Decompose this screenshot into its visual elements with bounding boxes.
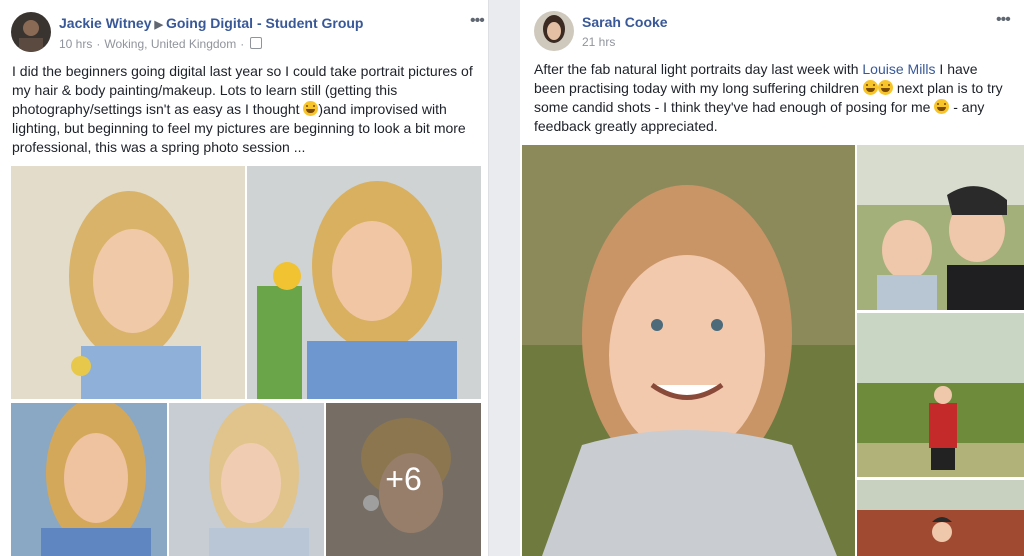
photo-4[interactable]: [857, 480, 1024, 556]
more-photos-count[interactable]: +6: [326, 403, 481, 556]
mention-link[interactable]: Louise Mills: [862, 61, 935, 77]
audience-icon[interactable]: [250, 37, 263, 49]
smiling-emoji-icon: [934, 99, 950, 114]
group-name-link[interactable]: Going Digital - Student Group: [166, 15, 364, 31]
ellipsis-icon[interactable]: •••: [470, 12, 485, 30]
ellipsis-icon[interactable]: •••: [996, 11, 1011, 29]
separator-dot: ·: [96, 37, 101, 51]
photo-2[interactable]: [247, 166, 481, 399]
post-location[interactable]: Woking, United Kingdom: [104, 37, 236, 51]
author-avatar[interactable]: [11, 12, 51, 52]
photo-1[interactable]: [11, 166, 245, 399]
photo-4[interactable]: [169, 403, 324, 556]
laughing-emoji-icon: [862, 80, 878, 95]
caret-right-icon: ▶: [154, 19, 163, 31]
post-body: After the fab natural light portraits da…: [534, 60, 1004, 136]
separator-dot: ·: [240, 37, 245, 51]
post-jackie-witney: Jackie Witney ▶ Going Digital - Student Gr…: [0, 0, 489, 556]
laughing-emoji-icon: [877, 80, 893, 95]
post-sarah-cooke: Sarah Cooke 21 hrs ••• After the fab nat…: [520, 0, 1024, 556]
post-meta: 10 hrs · Woking, United Kingdom ·: [59, 37, 263, 51]
post-time[interactable]: 21 hrs: [582, 35, 615, 49]
photo-1[interactable]: [522, 145, 855, 556]
author-avatar[interactable]: [534, 11, 574, 51]
photo-3[interactable]: [857, 313, 1024, 477]
photo-2[interactable]: [857, 145, 1024, 310]
laughing-emoji-icon: [303, 101, 319, 116]
author-name-link[interactable]: Sarah Cooke: [582, 14, 668, 30]
post-header-names: Jackie Witney ▶ Going Digital - Student Gr…: [59, 15, 363, 31]
post-time[interactable]: 10 hrs: [59, 37, 92, 51]
post-body: I did the beginners going digital last y…: [12, 62, 480, 157]
post-text-part: After the fab natural light portraits da…: [534, 61, 863, 77]
author-name-link[interactable]: Jackie Witney: [59, 15, 151, 31]
photo-5-more[interactable]: +6: [326, 403, 481, 556]
photo-3[interactable]: [11, 403, 167, 556]
